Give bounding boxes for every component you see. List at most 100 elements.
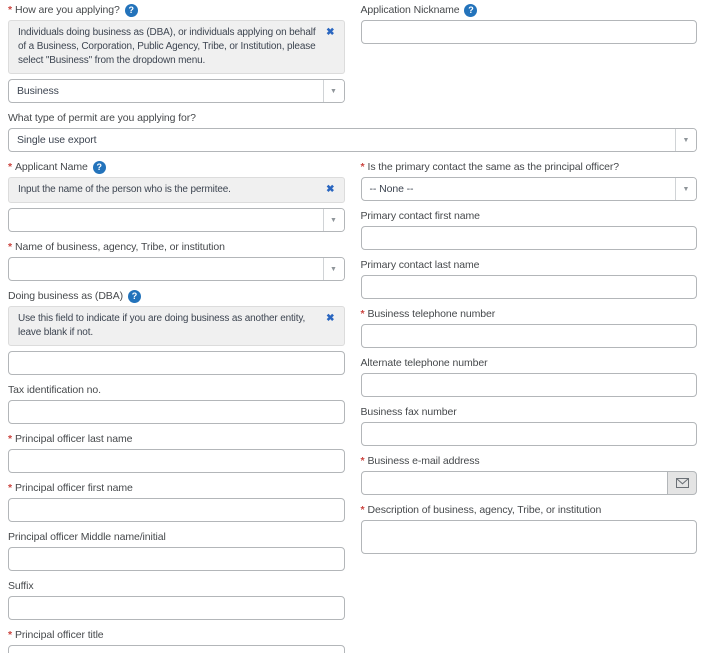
required-asterisk: * — [361, 504, 365, 517]
label-text: Primary contact first name — [361, 210, 480, 223]
label-text: Business telephone number — [368, 308, 496, 321]
business-email-input[interactable] — [361, 471, 669, 495]
required-asterisk: * — [8, 241, 12, 254]
field-principal-officer-middle-name: Principal officer Middle name/initial — [8, 529, 345, 571]
chevron-down-icon: ▼ — [330, 266, 337, 273]
principal-officer-middle-name-input[interactable] — [8, 547, 345, 571]
dba-input[interactable] — [8, 351, 345, 375]
alternate-telephone-input[interactable] — [361, 373, 698, 397]
field-principal-officer-last-name: * Principal officer last name — [8, 431, 345, 473]
field-label: * Description of business, agency, Tribe… — [361, 502, 698, 517]
field-label: Business fax number — [361, 404, 698, 419]
label-text: Principal officer Middle name/initial — [8, 531, 166, 544]
application-nickname-input[interactable] — [361, 20, 698, 44]
tax-id-input[interactable] — [8, 400, 345, 424]
permit-type-select[interactable]: Single use export ▼ — [8, 128, 697, 152]
label-text: How are you applying? — [15, 4, 120, 17]
field-label: * Is the primary contact the same as the… — [361, 159, 698, 174]
field-label: * How are you applying? ? — [8, 2, 345, 17]
email-addon-button[interactable] — [668, 471, 697, 495]
business-name-select[interactable]: ▼ — [8, 257, 345, 281]
envelope-icon — [676, 478, 689, 488]
required-asterisk: * — [8, 433, 12, 446]
right-column: * Is the primary contact the same as the… — [361, 159, 698, 653]
label-text: Business fax number — [361, 406, 457, 419]
chevron-down-icon: ▼ — [683, 137, 690, 144]
business-fax-input[interactable] — [361, 422, 698, 446]
select-value — [9, 209, 323, 231]
required-asterisk: * — [361, 308, 365, 321]
field-business-name: * Name of business, agency, Tribe, or in… — [8, 239, 345, 281]
required-asterisk: * — [361, 161, 365, 174]
primary-contact-last-name-input[interactable] — [361, 275, 698, 299]
field-label: Alternate telephone number — [361, 355, 698, 370]
required-asterisk: * — [8, 482, 12, 495]
help-icon[interactable]: ? — [125, 4, 138, 17]
label-text: Principal officer last name — [15, 433, 132, 446]
field-label: Doing business as (DBA) ? — [8, 288, 345, 303]
close-icon[interactable]: ✖ — [326, 26, 334, 40]
field-suffix: Suffix — [8, 578, 345, 620]
top-row: * How are you applying? ? Individuals do… — [8, 2, 697, 110]
applicant-name-select[interactable]: ▼ — [8, 208, 345, 232]
label-text: Applicant Name — [15, 161, 88, 174]
select-caret-button[interactable]: ▼ — [323, 258, 344, 280]
select-value: Single use export — [9, 129, 675, 151]
select-caret-button[interactable]: ▼ — [323, 209, 344, 231]
how-applying-select[interactable]: Business ▼ — [8, 79, 345, 103]
top-left-column: * How are you applying? ? Individuals do… — [8, 2, 345, 110]
label-text: Business e-mail address — [368, 455, 480, 468]
required-asterisk: * — [8, 629, 12, 642]
field-label: Application Nickname ? — [361, 2, 698, 17]
field-application-nickname: Application Nickname ? — [361, 2, 698, 44]
field-how-are-you-applying: * How are you applying? ? Individuals do… — [8, 2, 345, 103]
field-applicant-name: * Applicant Name ? Input the name of the… — [8, 159, 345, 232]
field-label: * Business e-mail address — [361, 453, 698, 468]
label-text: Principal officer first name — [15, 482, 133, 495]
field-principal-officer-first-name: * Principal officer first name — [8, 480, 345, 522]
select-value — [9, 258, 323, 280]
select-value: Business — [9, 80, 323, 102]
label-text: Description of business, agency, Tribe, … — [368, 504, 602, 517]
field-primary-contact-same: * Is the primary contact the same as the… — [361, 159, 698, 201]
label-text: Is the primary contact the same as the p… — [368, 161, 619, 174]
field-business-telephone: * Business telephone number — [361, 306, 698, 348]
field-doing-business-as: Doing business as (DBA) ? Use this field… — [8, 288, 345, 375]
required-asterisk: * — [8, 4, 12, 17]
select-value: -- None -- — [362, 178, 676, 200]
field-label: Principal officer Middle name/initial — [8, 529, 345, 544]
top-right-column: Application Nickname ? — [361, 2, 698, 110]
field-label: What type of permit are you applying for… — [8, 110, 697, 125]
chevron-down-icon: ▼ — [330, 217, 337, 224]
main-columns: * Applicant Name ? Input the name of the… — [8, 159, 697, 653]
field-business-description: * Description of business, agency, Tribe… — [361, 502, 698, 554]
principal-officer-first-name-input[interactable] — [8, 498, 345, 522]
business-telephone-input[interactable] — [361, 324, 698, 348]
email-input-group — [361, 471, 698, 495]
field-primary-contact-first-name: Primary contact first name — [361, 208, 698, 250]
help-icon[interactable]: ? — [128, 290, 141, 303]
label-text: Doing business as (DBA) — [8, 290, 123, 303]
label-text: Application Nickname — [361, 4, 460, 17]
select-caret-button[interactable]: ▼ — [675, 129, 696, 151]
field-tax-identification: Tax identification no. — [8, 382, 345, 424]
field-business-fax: Business fax number — [361, 404, 698, 446]
principal-officer-last-name-input[interactable] — [8, 449, 345, 473]
field-label: * Principal officer last name — [8, 431, 345, 446]
select-caret-button[interactable]: ▼ — [675, 178, 696, 200]
primary-contact-first-name-input[interactable] — [361, 226, 698, 250]
field-label: * Name of business, agency, Tribe, or in… — [8, 239, 345, 254]
suffix-input[interactable] — [8, 596, 345, 620]
close-icon[interactable]: ✖ — [326, 312, 334, 326]
permit-application-form: * How are you applying? ? Individuals do… — [0, 0, 705, 653]
help-icon[interactable]: ? — [93, 161, 106, 174]
field-label: * Applicant Name ? — [8, 159, 345, 174]
help-text: Use this field to indicate if you are do… — [18, 312, 318, 340]
select-caret-button[interactable]: ▼ — [323, 80, 344, 102]
label-text: Name of business, agency, Tribe, or inst… — [15, 241, 225, 254]
close-icon[interactable]: ✖ — [326, 183, 334, 197]
help-icon[interactable]: ? — [464, 4, 477, 17]
business-description-input[interactable] — [361, 520, 698, 554]
primary-contact-same-select[interactable]: -- None -- ▼ — [361, 177, 698, 201]
principal-officer-title-input[interactable] — [8, 645, 345, 653]
